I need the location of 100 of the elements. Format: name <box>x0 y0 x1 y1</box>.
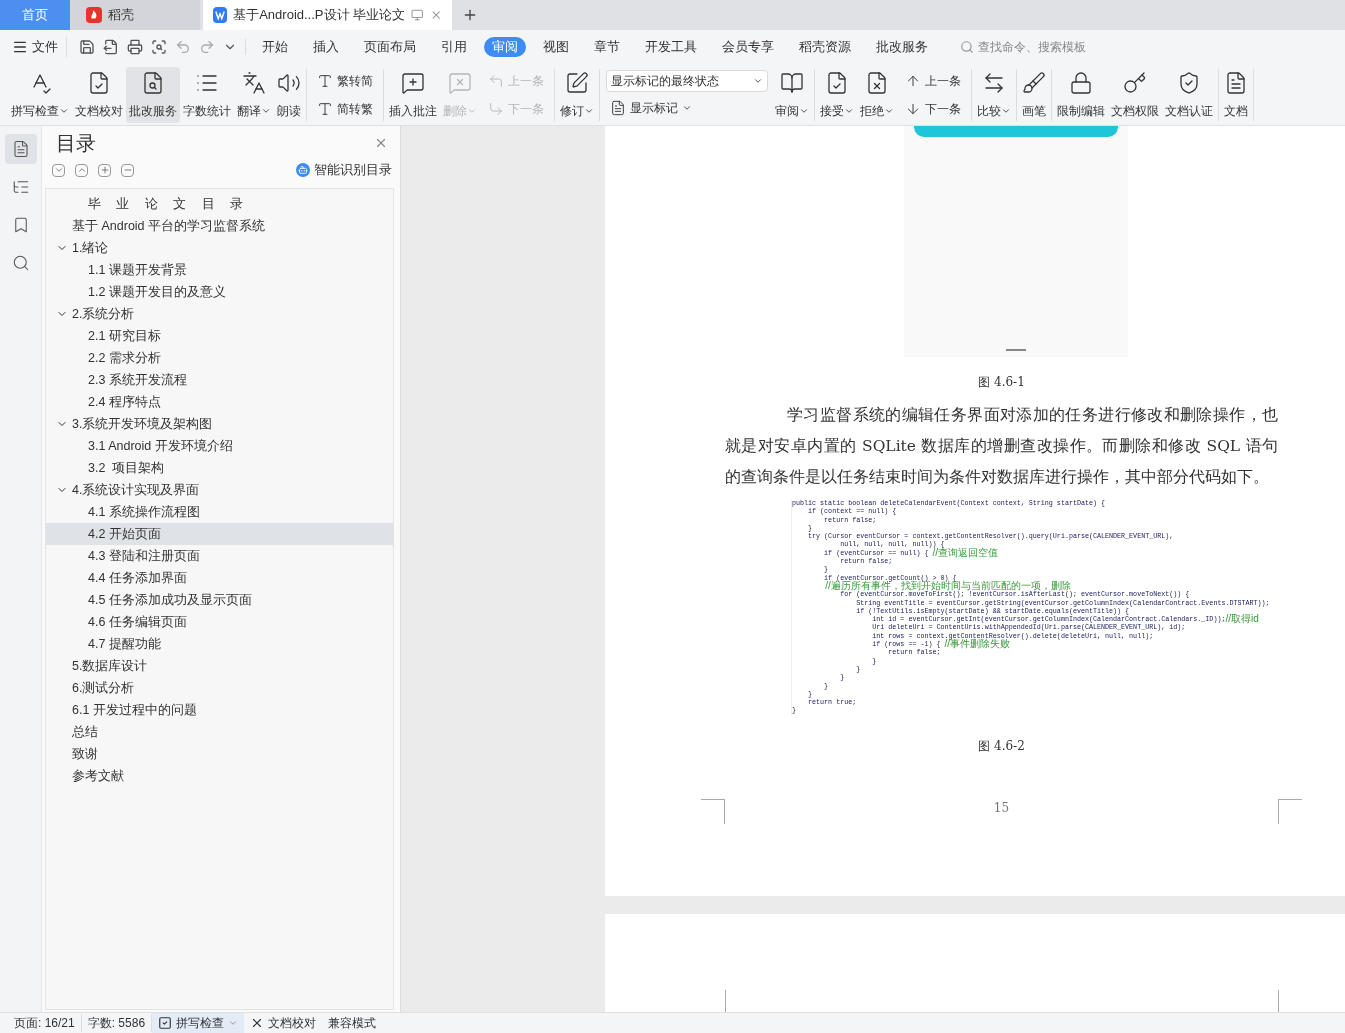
plus-icon[interactable] <box>98 163 111 177</box>
app-tab[interactable]: 稻壳 <box>70 0 200 30</box>
document-search-icon <box>141 70 165 95</box>
toc-entry[interactable]: 4.2 开始页面 <box>46 523 393 545</box>
print-icon[interactable] <box>127 39 143 55</box>
ribbon-button[interactable]: 批改服务 <box>126 66 180 123</box>
status-button[interactable]: 文档校对 <box>244 1012 323 1033</box>
ribbon-button[interactable]: 简转繁 <box>313 96 377 121</box>
ribbon-button[interactable]: 显示标记 <box>606 95 768 120</box>
figure-caption: 图 4.6-2 <box>977 737 1026 755</box>
toc-entry[interactable]: 4.6 任务编辑页面 <box>46 611 393 633</box>
status-text: 兼容模式 <box>327 1015 378 1032</box>
smart-toc-link[interactable]: 智能识别目录 <box>296 160 392 180</box>
menu-tab[interactable]: 开发工具 <box>637 37 705 57</box>
sidebar-button[interactable] <box>4 134 37 164</box>
toc-entry[interactable]: 1.2 课题开发目的及意义 <box>46 281 393 303</box>
menu-tab[interactable]: 会员专享 <box>714 37 782 57</box>
figure-caption: 图 4.6-1 <box>977 374 1026 391</box>
menu-tab[interactable]: 批改服务 <box>868 37 936 57</box>
toc-entry[interactable]: 6.测试分析 <box>46 677 393 699</box>
ribbon-button[interactable]: 审阅 <box>772 66 812 123</box>
document-icon <box>610 99 626 116</box>
body-paragraph: 学习监督系统的编辑任务界面对添加的任务进行修改和删除操作，也就是对安卓内置的 SQLite 数据库的增删查改操作。而删除和修改 SQL 语句的查询条件是以任务结束时间为条件对数据库进行操作，其中部分代码如下。 <box>725 405 1278 488</box>
ribbon-button[interactable]: 画笔 <box>1019 66 1049 123</box>
toc-entry[interactable]: 2.2 需求分析 <box>46 347 393 369</box>
toc-entry[interactable]: 2.4 程序特点 <box>46 391 393 413</box>
ribbon-button[interactable]: 文档 <box>1221 66 1251 123</box>
menu-tab[interactable]: 页面布局 <box>356 37 424 57</box>
toc-entry[interactable]: 致谢 <box>46 743 393 765</box>
toc-entry[interactable]: 6.1 开发过程中的问题 <box>46 699 393 721</box>
ribbon-button[interactable]: 文档权限 <box>1108 66 1162 123</box>
new-tab-icon[interactable] <box>462 7 478 23</box>
next-icon <box>488 100 504 117</box>
preview-icon[interactable] <box>151 39 167 55</box>
toc-entry[interactable]: 2.系统分析 <box>46 303 393 325</box>
redo-icon[interactable] <box>199 39 215 55</box>
expand-icon[interactable] <box>75 163 88 177</box>
ribbon-button[interactable]: 限制编辑 <box>1054 66 1108 123</box>
toc-entry[interactable]: 4.1 系统操作流程图 <box>46 501 393 523</box>
comment-add-icon <box>401 70 425 95</box>
toc-entry[interactable]: 毕 业 论 文 目 录 <box>46 193 393 215</box>
toc-entry[interactable]: 总结 <box>46 721 393 743</box>
ribbon-button[interactable]: 文档认证 <box>1162 66 1216 123</box>
status-button[interactable]: 拼写检查 <box>152 1012 245 1033</box>
menu-tab[interactable]: 章节 <box>586 37 628 57</box>
menu-tab[interactable]: 稻壳资源 <box>791 37 859 57</box>
caret-icon <box>228 1018 239 1028</box>
ribbon-button[interactable]: 接受 <box>817 66 857 123</box>
dropdown-field[interactable]: 显示标记的最终状态 <box>606 69 768 92</box>
export-icon[interactable] <box>103 39 119 55</box>
collapse-icon[interactable] <box>52 163 65 177</box>
toc-entry[interactable]: 2.3 系统开发流程 <box>46 369 393 391</box>
ribbon-button[interactable]: 插入批注 <box>386 66 440 123</box>
toc-entry[interactable]: 3.2 项目架构 <box>46 457 393 479</box>
toc-entry[interactable]: 参考文献 <box>46 765 393 787</box>
toc-entry[interactable]: 3.1 Android 开发环境介绍 <box>46 435 393 457</box>
ribbon-button[interactable]: 字数统计 <box>180 66 234 123</box>
ribbon-button[interactable]: 上一条 <box>901 68 965 93</box>
close-icon[interactable] <box>374 136 388 150</box>
monitor-icon[interactable] <box>411 8 424 22</box>
search-field[interactable]: 查找命令、搜索模板 <box>960 38 1118 56</box>
toc-entry[interactable]: 1.绪论 <box>46 237 393 259</box>
toc-entry[interactable]: 5.数据库设计 <box>46 655 393 677</box>
undo-icon[interactable] <box>175 39 191 55</box>
menu-tab[interactable]: 视图 <box>535 37 577 57</box>
toc-entry[interactable]: 基于 Android 平台的学习监督系统 <box>46 215 393 237</box>
toc-entry[interactable]: 4.7 提醒功能 <box>46 633 393 655</box>
ribbon-button[interactable]: 拼写检查 <box>8 66 72 123</box>
menu-tab[interactable]: 引用 <box>433 37 475 57</box>
document-check-icon <box>87 70 111 95</box>
flame-icon <box>86 7 102 23</box>
ribbon-button[interactable]: 下一条 <box>901 96 965 121</box>
lock-icon <box>1069 70 1093 95</box>
menu-tab[interactable]: 插入 <box>305 37 347 57</box>
document-tab[interactable]: 基于Android...P设计 毕业论文 <box>203 0 452 30</box>
toc-entry[interactable]: 3.系统开发环境及架构图 <box>46 413 393 435</box>
ribbon-button[interactable]: 朗读 <box>274 66 304 123</box>
crop-mark <box>1278 799 1302 824</box>
save-icon[interactable] <box>79 39 95 55</box>
search-icon <box>11 254 30 272</box>
minus-icon[interactable] <box>121 163 134 177</box>
toc-entry[interactable]: 4.系统设计实现及界面 <box>46 479 393 501</box>
menu-tab[interactable]: 开始 <box>254 37 296 57</box>
ribbon-button[interactable]: 翻译 <box>234 66 274 123</box>
text-icon <box>317 72 333 89</box>
ribbon-button[interactable]: 文档校对 <box>72 66 126 123</box>
home-indicator <box>1006 349 1026 351</box>
ribbon-button[interactable]: 修订 <box>557 66 597 123</box>
toc-entry[interactable]: 1.1 课题开发背景 <box>46 259 393 281</box>
file-menu[interactable]: 文件 <box>12 37 67 57</box>
ribbon-button[interactable]: 比较 <box>974 66 1014 123</box>
toc-entry[interactable]: 4.4 任务添加界面 <box>46 567 393 589</box>
crop-mark <box>701 799 725 824</box>
panel-title: 目录 <box>56 131 96 156</box>
code-comment: //查询返回空值 <box>932 547 999 558</box>
toc-entry[interactable]: 4.3 登陆和注册页面 <box>46 545 393 567</box>
ribbon-button[interactable]: 繁转简 <box>313 68 377 93</box>
toc-entry[interactable]: 4.5 任务添加成功及显示页面 <box>46 589 393 611</box>
ribbon-button[interactable]: 拒绝 <box>857 66 897 123</box>
toc-entry[interactable]: 2.1 研究目标 <box>46 325 393 347</box>
